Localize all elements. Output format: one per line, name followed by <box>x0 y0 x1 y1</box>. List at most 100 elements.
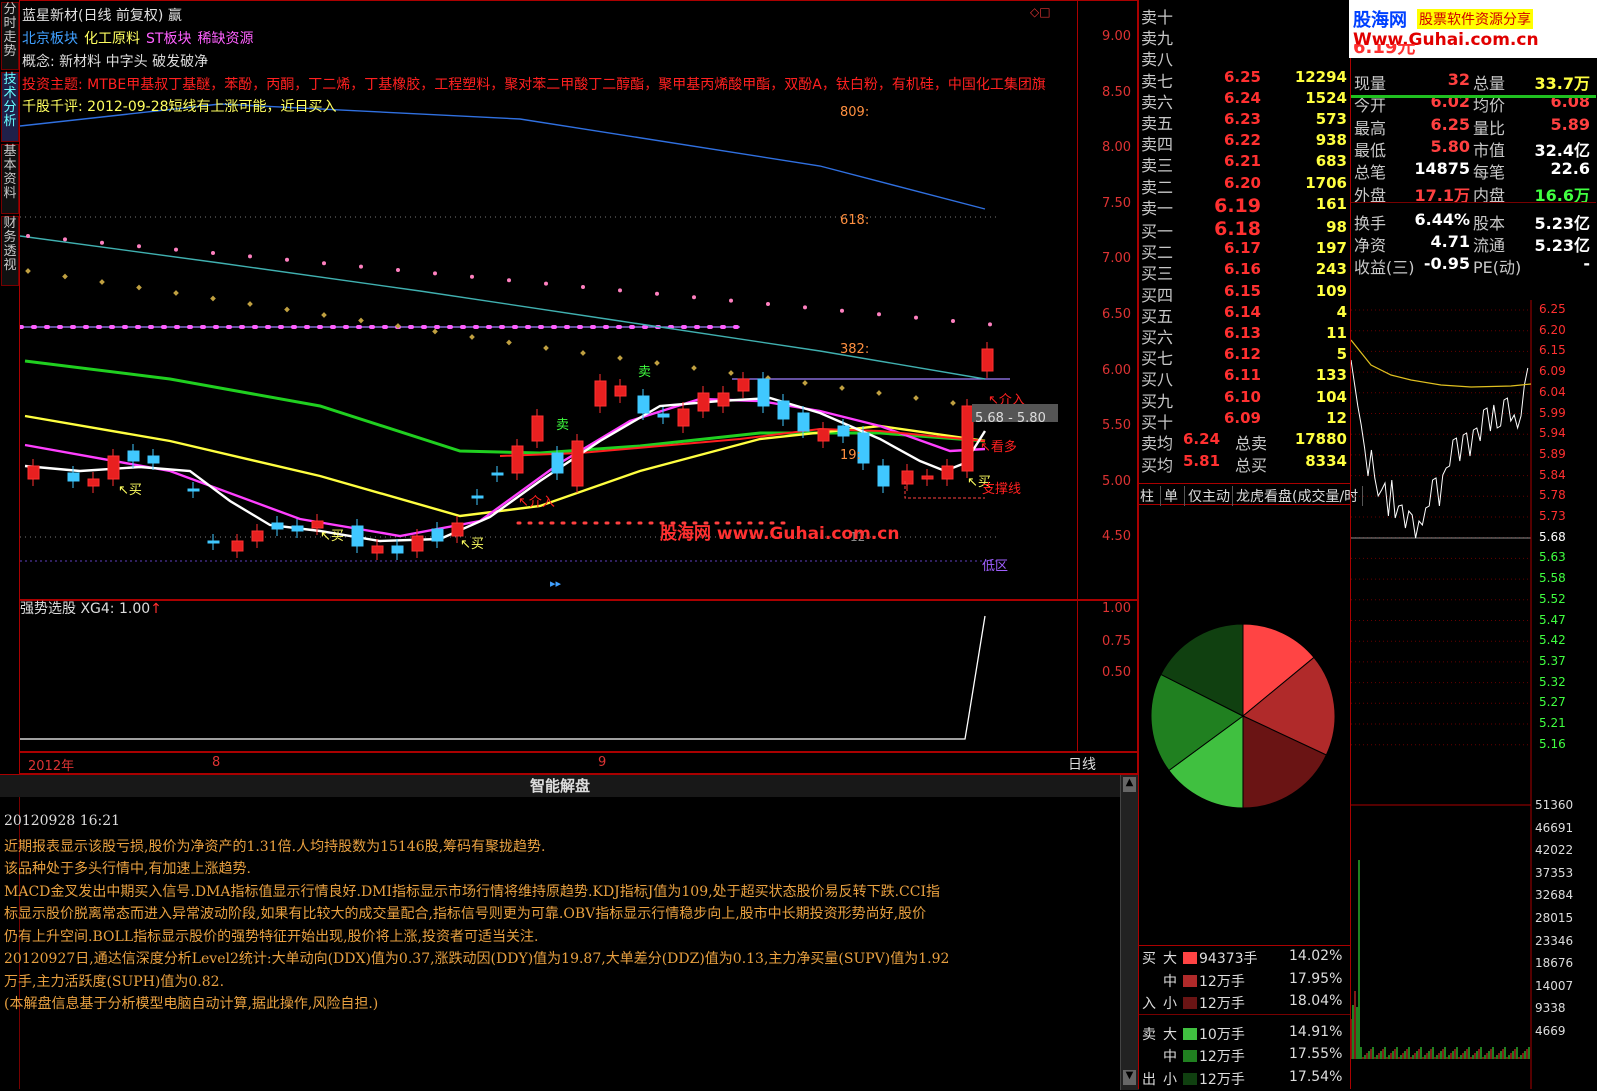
time-label-sep: 9 <box>598 755 607 770</box>
book-row[interactable]: 买十 6.09 12 <box>1139 408 1351 432</box>
scroll-down-icon[interactable]: ▼ <box>1123 1070 1136 1085</box>
book-row[interactable]: 卖二 6.20 1706 <box>1139 174 1351 197</box>
book-row[interactable]: 买三 6.16 243 <box>1139 260 1351 283</box>
intraday-volume-tick: 18676 <box>1535 956 1574 971</box>
intraday-volume-tick: 32684 <box>1535 888 1574 903</box>
sector-tag[interactable]: ST板块 <box>146 31 191 47</box>
book-row[interactable]: 买七 6.12 5 <box>1139 345 1351 368</box>
flow-side: 出 <box>1142 1071 1156 1088</box>
intraday-volume-tick: 14007 <box>1535 978 1574 993</box>
price-tick: 9.00 <box>1102 29 1131 44</box>
tab-technical-analysis[interactable]: 技术分析 <box>1 72 19 142</box>
sell-signal-2: 卖 <box>638 365 652 380</box>
book-row[interactable]: 卖八 <box>1139 46 1351 69</box>
book-row[interactable]: 卖三 6.21 683 <box>1139 152 1351 175</box>
book-price: 6.12 <box>1223 345 1261 364</box>
flow-percent: 14.02% <box>1289 948 1343 964</box>
up-arrow-icon: ↑ <box>150 601 162 617</box>
quote-key: 净资 <box>1354 236 1387 256</box>
intraday-volume-tick: 28015 <box>1535 911 1574 925</box>
flow-percent: 17.55% <box>1289 1046 1343 1062</box>
price-tick: 7.50 <box>1102 195 1131 211</box>
price-tick: 5.00 <box>1102 473 1131 489</box>
book-tab[interactable]: 单 <box>1164 486 1185 506</box>
flow-side: 卖 <box>1142 1026 1156 1043</box>
book-price: 6.18 <box>1214 218 1261 240</box>
book-row[interactable]: 买四 6.15 109 <box>1139 282 1351 305</box>
sector-tag[interactable]: 化工原料 <box>84 31 140 47</box>
flow-swatch <box>1183 997 1197 1009</box>
scroll-up-icon[interactable]: ▲ <box>1123 777 1136 792</box>
analysis-line: (本解盘信息基于分析模型电脑自动计算,据此操作,风险自担.) <box>4 996 379 1012</box>
flow-swatch <box>1183 1027 1197 1040</box>
book-row[interactable]: 卖九 <box>1139 25 1351 48</box>
flow-percent: 17.95% <box>1289 970 1343 987</box>
kline-chart[interactable]: 蓝星新材(日线 前复权) 赢 ◇□ 北京板块 化工原料 ST板块 稀缺资源 概念: 新… <box>19 0 1078 600</box>
book-avg-row: 买均 5.81 总买 8334 <box>1139 452 1351 475</box>
book-tab[interactable]: 仅主动 <box>1188 486 1233 506</box>
intraday-volume-tick: 51360 <box>1535 798 1574 812</box>
intraday-price-tick: 6.09 <box>1539 364 1566 379</box>
book-price: 6.22 <box>1223 131 1261 150</box>
tab-intraday[interactable]: 分时走势 <box>1 2 19 70</box>
quote-value: 33.7万 <box>1534 74 1590 93</box>
flow-side: 入 <box>1142 996 1156 1012</box>
price-tick: 8.50 <box>1102 84 1131 100</box>
quote-key: 现量 <box>1354 74 1387 93</box>
price-tick: 6.50 <box>1102 307 1131 322</box>
intraday-price-tick: 6.04 <box>1539 384 1566 399</box>
book-price: 6.23 <box>1223 110 1261 128</box>
book-row[interactable]: 卖十 <box>1139 4 1351 27</box>
book-row[interactable]: 买八 6.11 133 <box>1139 366 1351 389</box>
book-row[interactable]: 买五 6.14 4 <box>1139 303 1351 326</box>
book-row[interactable]: 卖四 6.22 938 <box>1139 131 1351 154</box>
indicator-tick: 0.50 <box>1102 665 1131 680</box>
book-volume: 12 <box>1326 408 1347 427</box>
chart-title: 蓝星新材(日线 前复权) 赢 <box>22 8 182 24</box>
quote-value: 5.89 <box>1550 114 1590 134</box>
order-book: 卖十 卖九 卖八 卖七 6.25 12294 卖六 6.24 1524 卖五 6.23 573 卖四 6.… <box>1138 0 1350 505</box>
book-row[interactable]: 卖一 6.19 161 <box>1139 195 1351 218</box>
book-row[interactable]: 卖五 6.23 573 <box>1139 110 1351 133</box>
investment-theme: 投资主题: MTBE甲基叔丁基醚，苯酚，丙酮，丁二烯，丁基橡胶，工程塑料，聚对苯… <box>22 77 1046 93</box>
tab-financials[interactable]: 财务透视 <box>1 216 19 286</box>
book-tab[interactable]: 柱 <box>1140 486 1161 506</box>
price-tick: 8.00 <box>1102 140 1131 156</box>
quote-key: PE(动) <box>1473 258 1522 278</box>
book-row[interactable]: 买二 6.17 197 <box>1139 239 1351 262</box>
book-row[interactable]: 买六 6.13 11 <box>1139 324 1351 347</box>
intraday-price-tick: 5.89 <box>1539 446 1566 461</box>
sector-tag[interactable]: 北京板块 <box>22 31 78 47</box>
flow-row: 卖大 10万手 14.91% <box>1139 1024 1351 1046</box>
book-volume: 573 <box>1315 110 1347 128</box>
quote-row: 外盘 17.1万 内盘 16.6万 <box>1351 182 1596 205</box>
intraday-volume-tick: 4669 <box>1535 1024 1566 1038</box>
indicator-chart[interactable]: 强势选股 XG4: 1.00↑ <box>19 600 1078 752</box>
tab-basic-info[interactable]: 基本资料 <box>1 144 19 214</box>
flow-row: 中 12万手 17.55% <box>1139 1046 1351 1068</box>
scroll-marker-icon[interactable]: ▸▸ <box>550 577 561 590</box>
intraday-price-tick: 5.63 <box>1539 550 1566 565</box>
intraday-price-tick: 5.16 <box>1539 736 1566 751</box>
intraday-chart[interactable]: 6.25 6.20 6.15 6.09 6.04 5.99 5.94 5.89 5.84 5.78… <box>1350 300 1597 1089</box>
quote-value: 22.6 <box>1550 159 1590 179</box>
book-row[interactable]: 买一 6.18 98 <box>1139 218 1351 241</box>
chart-window-icons[interactable]: ◇□ <box>1030 5 1051 19</box>
sector-tag[interactable]: 稀缺资源 <box>197 31 253 47</box>
flow-percent: 14.91% <box>1289 1023 1343 1040</box>
flow-row: 中 12万手 17.95% <box>1139 971 1351 993</box>
quote-key: 收益(三) <box>1354 258 1415 278</box>
book-tab[interactable]: 龙虎看盘(成交量/时 <box>1236 486 1363 506</box>
intraday-price-tick: 5.52 <box>1539 591 1566 606</box>
quote-panel: 股海网 股票软件资源分享 Www.Guhai.com.cn 6.19元 现量 32… <box>1349 0 1597 300</box>
book-row[interactable]: 买九 6.10 104 <box>1139 388 1351 411</box>
quote-key: 总量 <box>1473 74 1506 93</box>
book-row[interactable]: 卖七 6.25 12294 <box>1139 68 1351 91</box>
analysis-scrollbar[interactable]: ▲ ▼ <box>1120 775 1139 1090</box>
indicator-axis: 1.00 0.75 0.50 <box>1078 600 1138 752</box>
book-row[interactable]: 卖六 6.24 1524 <box>1139 89 1351 112</box>
analysis-line: 20120928 16:21 <box>4 813 121 829</box>
period-selector[interactable]: 日线 <box>1068 754 1096 774</box>
fib-19-label: 19: <box>840 448 861 463</box>
book-price: 6.09 <box>1223 408 1261 427</box>
